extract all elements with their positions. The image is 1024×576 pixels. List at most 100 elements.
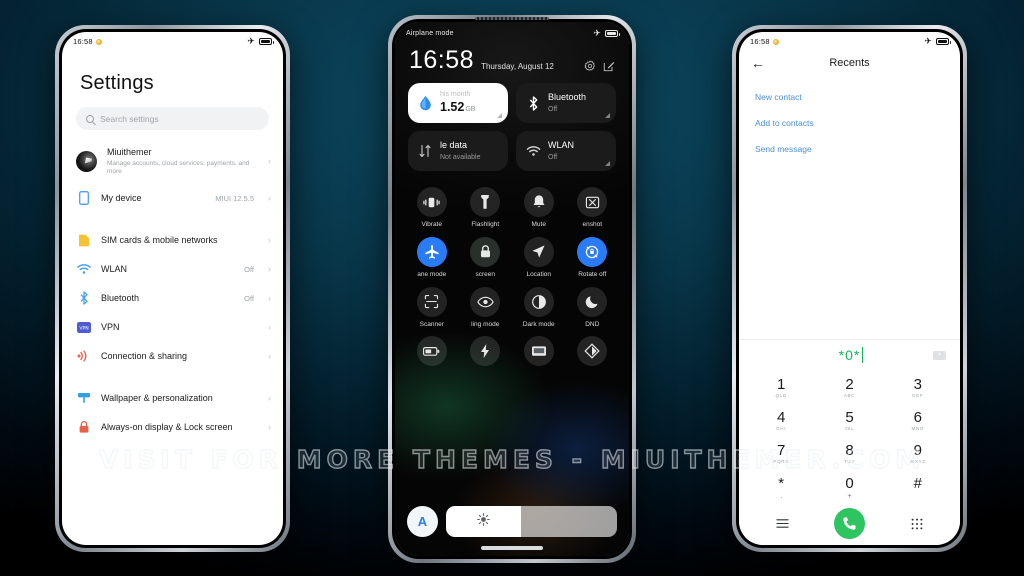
settings-app: 16:58 ✈ Settings Search settings Miuithe… bbox=[62, 32, 283, 545]
toggle-dark-mode[interactable]: Dark mode bbox=[512, 282, 566, 329]
row-text: Connection & sharing bbox=[101, 351, 258, 362]
airplane-mode-icon: ✈ bbox=[593, 28, 601, 38]
tile-expand-corner[interactable] bbox=[605, 161, 610, 166]
key-6[interactable]: 6 MNO bbox=[884, 405, 952, 436]
key-3[interactable]: 3 DEF bbox=[884, 372, 952, 403]
row-text: Bluetooth bbox=[101, 293, 234, 304]
keypad-icon[interactable] bbox=[883, 518, 950, 530]
row-text: WLAN bbox=[101, 264, 234, 275]
back-arrow-icon[interactable]: ← bbox=[751, 56, 771, 70]
search-placeholder: Search settings bbox=[100, 113, 159, 124]
settings-row-lock-screen[interactable]: Always-on display & Lock screen › bbox=[62, 413, 283, 442]
key-4[interactable]: 4 GHI bbox=[747, 405, 815, 436]
tile-mobile-data[interactable]: le data Not available bbox=[408, 131, 508, 171]
key-1[interactable]: 1 QLD bbox=[747, 372, 815, 403]
dial-input[interactable]: *0* × bbox=[739, 340, 960, 370]
dialer-spacer bbox=[739, 162, 960, 339]
airplane-mode-icon: ✈ bbox=[924, 36, 932, 46]
key-hash[interactable]: # bbox=[884, 471, 952, 506]
tile-value: 1.52GB bbox=[440, 99, 476, 114]
key-number: 2 bbox=[845, 376, 854, 394]
toggle-cast[interactable] bbox=[512, 331, 566, 367]
search-input[interactable]: Search settings bbox=[76, 107, 269, 130]
keypad-grid: 1 QLD 2 ABC 3 DEF 4 GHI 5 JKL 6 MNO 7 PQRS 8 TUV… bbox=[739, 370, 960, 506]
settings-row-wallpaper[interactable]: Wallpaper & personalization › bbox=[62, 384, 283, 413]
gear-icon[interactable] bbox=[584, 59, 596, 71]
row-value: Off bbox=[244, 264, 254, 274]
rotate-lock-icon bbox=[577, 236, 608, 267]
toggle-airplane-mode[interactable]: ane mode bbox=[405, 232, 459, 279]
action-send-message[interactable]: Send message bbox=[755, 136, 960, 162]
toggle-flashlight[interactable]: Flashlight bbox=[459, 182, 513, 229]
tile-name: le data bbox=[440, 140, 468, 151]
key-star[interactable]: *. bbox=[747, 471, 815, 506]
toggle-label: ling mode bbox=[471, 320, 500, 328]
notification-dot-icon bbox=[772, 38, 779, 45]
tile-expand-corner[interactable] bbox=[605, 113, 610, 118]
settings-row-wlan[interactable]: WLAN Off › bbox=[62, 255, 283, 284]
sim-card-icon bbox=[76, 233, 91, 248]
phone-screen-control-center: Airplane mode ✈ 16:58 Thursday, August 1… bbox=[395, 22, 629, 556]
wifi-icon bbox=[525, 143, 541, 159]
auto-brightness-button[interactable]: A bbox=[407, 506, 438, 537]
settings-row-sim-cards[interactable]: SIM cards & mobile networks › bbox=[62, 226, 283, 255]
toggle-scanner[interactable]: Scanner bbox=[405, 282, 459, 329]
settings-row-account[interactable]: Miuithemer Manage accounts, cloud servic… bbox=[62, 140, 283, 184]
tile-data-usage[interactable]: his month 1.52GB bbox=[408, 83, 508, 123]
key-9[interactable]: 9 WXYZ bbox=[884, 438, 952, 469]
key-number: 3 bbox=[913, 376, 922, 394]
action-add-to-contacts[interactable]: Add to contacts bbox=[755, 110, 960, 136]
menu-icon[interactable] bbox=[749, 518, 816, 529]
brightness-slider[interactable] bbox=[446, 506, 617, 537]
tile-expand-corner[interactable] bbox=[497, 113, 502, 118]
toggle-location[interactable]: Location bbox=[512, 232, 566, 279]
key-7[interactable]: 7 PQRS bbox=[747, 438, 815, 469]
toggle-theme[interactable] bbox=[566, 331, 620, 367]
toggle-label: DND bbox=[585, 320, 600, 328]
chevron-right-icon: › bbox=[268, 156, 271, 167]
toggle-dnd[interactable]: DND bbox=[566, 282, 620, 329]
status-time: 16:58 bbox=[750, 37, 770, 46]
moon-icon bbox=[577, 286, 608, 317]
tile-bluetooth[interactable]: Bluetooth Off bbox=[516, 83, 616, 123]
settings-row-my-device[interactable]: My device MIUI 12.5.5 › bbox=[62, 184, 283, 213]
phone-right-dialer: 16:58 ✈ ← Recents New contact Add to con… bbox=[732, 25, 967, 552]
toggle-rotate-off[interactable]: Rotate off bbox=[566, 232, 620, 279]
settings-row-connection-sharing[interactable]: Connection & sharing › bbox=[62, 342, 283, 371]
theme-icon bbox=[577, 336, 608, 367]
status-bar-left: 16:58 bbox=[750, 37, 779, 46]
toggle-screenshot[interactable]: enshot bbox=[566, 182, 620, 229]
avatar bbox=[76, 151, 97, 173]
backspace-icon[interactable]: × bbox=[933, 350, 946, 360]
key-number: 4 bbox=[776, 409, 786, 427]
call-button[interactable] bbox=[834, 508, 865, 539]
toggle-vibrate[interactable]: Vibrate bbox=[405, 182, 459, 229]
reading-mode-icon bbox=[470, 286, 501, 317]
row-label: Connection & sharing bbox=[101, 350, 188, 361]
key-8[interactable]: 8 TUV bbox=[815, 438, 883, 469]
edit-icon[interactable] bbox=[603, 59, 615, 72]
toggle-label: Rotate off bbox=[578, 270, 607, 278]
toggle-mute[interactable]: Mute bbox=[512, 182, 566, 229]
settings-row-bluetooth[interactable]: Bluetooth Off › bbox=[62, 284, 283, 313]
home-indicator[interactable] bbox=[481, 546, 543, 550]
row-text: Miuithemer Manage accounts, cloud servic… bbox=[107, 147, 258, 177]
settings-row-vpn[interactable]: VPN VPN › bbox=[62, 313, 283, 342]
cast-icon bbox=[523, 336, 554, 367]
toggle-power[interactable] bbox=[459, 331, 513, 367]
key-number: 1 bbox=[776, 376, 786, 394]
toggle-reading-mode[interactable]: ling mode bbox=[459, 282, 513, 329]
tile-wlan[interactable]: WLAN Off bbox=[516, 131, 616, 171]
action-new-contact[interactable]: New contact bbox=[755, 84, 960, 110]
clock-row: 16:58 Thursday, August 12 bbox=[395, 38, 629, 73]
toggle-battery-saver[interactable] bbox=[405, 331, 459, 367]
row-label: My device bbox=[101, 192, 142, 203]
key-number: # bbox=[913, 475, 922, 493]
key-5[interactable]: 5 JKL bbox=[815, 405, 883, 436]
brightness-icon bbox=[477, 512, 490, 531]
key-0[interactable]: 0 + bbox=[815, 471, 883, 506]
battery-saver-icon bbox=[416, 336, 447, 367]
toggle-lock-screen[interactable]: screen bbox=[459, 232, 513, 279]
key-sublabel: ABC bbox=[843, 393, 856, 399]
key-2[interactable]: 2 ABC bbox=[815, 372, 883, 403]
